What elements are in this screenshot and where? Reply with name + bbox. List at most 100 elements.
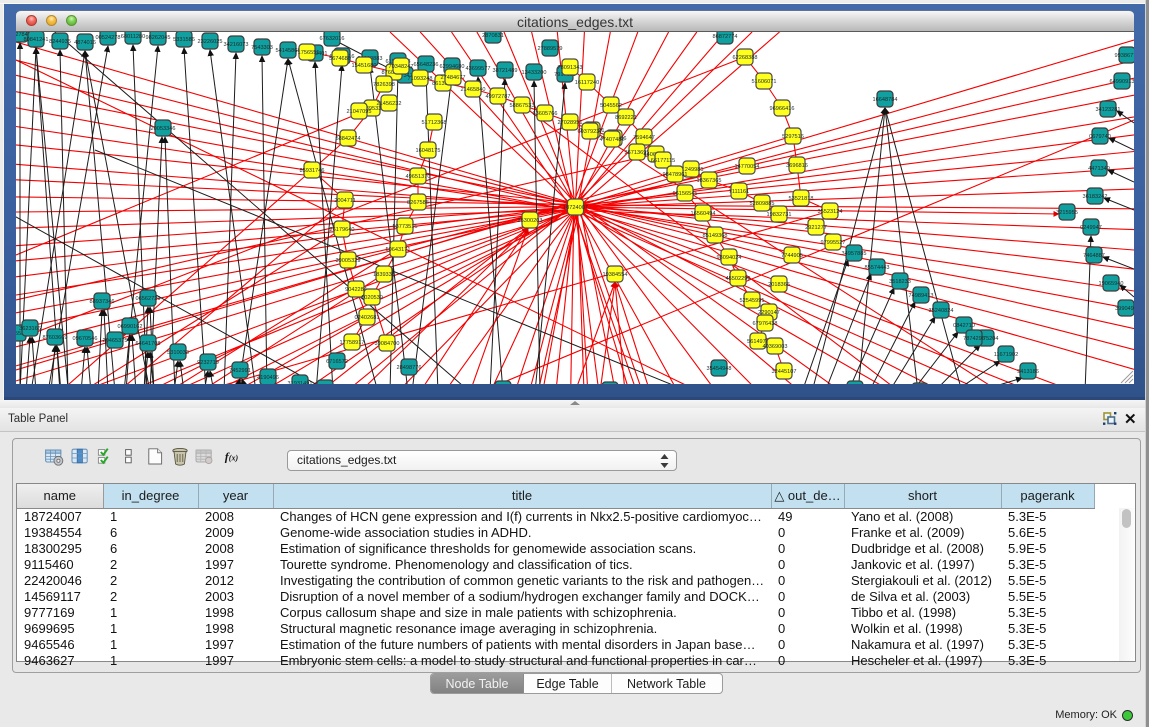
svg-text:27889579: 27889579 (538, 46, 563, 52)
svg-text:99386774: 99386774 (1115, 53, 1134, 59)
svg-text:66177115: 66177115 (651, 158, 675, 164)
svg-text:0249947: 0249947 (1080, 225, 1102, 231)
svg-text:14770054: 14770054 (735, 164, 760, 170)
svg-text:3215955: 3215955 (1056, 210, 1078, 216)
svg-text:25300203: 25300203 (518, 218, 543, 224)
svg-text:3623166: 3623166 (19, 326, 41, 332)
svg-text:27484677: 27484677 (441, 75, 466, 81)
svg-text:5045562: 5045562 (600, 103, 622, 109)
svg-text:49972787: 49972787 (486, 94, 511, 100)
svg-text:2870831: 2870831 (482, 33, 504, 39)
svg-text:64990913: 64990913 (1110, 79, 1134, 85)
svg-text:7111161: 7111161 (729, 189, 750, 195)
svg-text:21456232: 21456232 (377, 101, 402, 107)
svg-text:19384554: 19384554 (603, 272, 628, 278)
svg-text:16048175: 16048175 (416, 148, 441, 154)
svg-text:86872774: 86872774 (713, 34, 738, 40)
svg-text:71093248: 71093248 (408, 76, 433, 82)
svg-text:21047095: 21047095 (347, 109, 372, 115)
svg-text:18367365: 18367365 (697, 178, 722, 184)
svg-text:06562729: 06562729 (136, 296, 161, 302)
svg-text:52545991: 52545991 (740, 298, 765, 304)
svg-text:7452991: 7452991 (229, 368, 251, 374)
svg-text:5331586: 5331586 (173, 37, 195, 43)
svg-text:19065940: 19065940 (1099, 281, 1124, 287)
svg-text:16560494: 16560494 (691, 211, 716, 217)
svg-text:7744905: 7744905 (781, 253, 803, 259)
svg-text:16117240: 16117240 (575, 80, 599, 86)
svg-text:11671902: 11671902 (994, 352, 1018, 358)
svg-text:7594647: 7594647 (633, 135, 655, 141)
svg-text:35523124: 35523124 (818, 209, 843, 215)
svg-text:85931746: 85931746 (300, 168, 325, 174)
svg-text:68011280: 68011280 (121, 34, 145, 40)
svg-text:34957885: 34957885 (842, 251, 867, 257)
svg-text:53773515: 53773515 (393, 224, 418, 230)
svg-text:87603669: 87603669 (43, 335, 68, 341)
svg-text:51606071: 51606071 (752, 79, 777, 85)
svg-text:63605766: 63605766 (533, 111, 558, 117)
svg-text:31931491: 31931491 (288, 381, 313, 384)
svg-text:98262045: 98262045 (146, 35, 171, 41)
svg-text:5310033: 5310033 (167, 350, 189, 356)
svg-text:47407482: 47407482 (600, 137, 625, 143)
svg-text:3696816: 3696816 (786, 163, 808, 169)
svg-text:6716572: 6716572 (326, 359, 348, 365)
svg-text:5674680: 5674680 (329, 56, 351, 62)
svg-text:21465840: 21465840 (461, 87, 486, 93)
svg-text:88937346: 88937346 (90, 299, 115, 305)
svg-text:28498776: 28498776 (397, 365, 422, 371)
svg-text:66156545: 66156545 (673, 191, 698, 197)
svg-text:34123281: 34123281 (1096, 107, 1121, 113)
svg-text:62268388: 62268388 (733, 55, 758, 61)
svg-text:39005329: 39005329 (336, 258, 361, 264)
svg-text:5297516: 5297516 (782, 134, 804, 140)
svg-text:85149368: 85149368 (703, 233, 728, 239)
svg-text:13433200: 13433200 (522, 70, 547, 76)
svg-text:67632016: 67632016 (320, 36, 345, 42)
svg-text:9413186: 9413186 (1017, 369, 1039, 375)
svg-text:49651370: 49651370 (406, 174, 431, 180)
svg-text:1020539: 1020539 (361, 295, 383, 301)
svg-text:20465375: 20465375 (103, 338, 128, 344)
svg-text:15451680: 15451680 (352, 63, 377, 69)
svg-text:35454948: 35454948 (707, 366, 732, 372)
svg-text:2004711: 2004711 (334, 198, 355, 204)
svg-text:06990162: 06990162 (118, 324, 143, 330)
svg-text:0679740: 0679740 (1089, 134, 1111, 140)
svg-text:98478961: 98478961 (663, 172, 688, 178)
svg-text:78091343: 78091343 (558, 65, 583, 71)
svg-text:98094024: 98094024 (717, 255, 742, 261)
svg-text:0842710: 0842710 (953, 323, 975, 329)
svg-text:3518233: 3518233 (889, 279, 911, 285)
svg-text:18724007: 18724007 (563, 205, 588, 211)
svg-text:70348247: 70348247 (389, 64, 414, 70)
svg-text:36183242: 36183242 (1083, 194, 1108, 200)
svg-text:52809885: 52809885 (750, 201, 775, 207)
svg-text:4874016: 4874016 (74, 40, 96, 46)
svg-text:4471349: 4471349 (1088, 166, 1110, 172)
svg-text:1839335: 1839335 (373, 272, 395, 278)
svg-text:71756551: 71756551 (295, 50, 320, 56)
svg-text:85574443: 85574443 (865, 265, 890, 271)
svg-text:65648236: 65648236 (414, 62, 439, 68)
svg-text:f(x): f(x) (225, 449, 239, 463)
svg-text:58867533: 58867533 (510, 103, 535, 109)
svg-text:09670546: 09670546 (73, 336, 98, 342)
svg-text:53521818: 53521818 (789, 196, 814, 202)
svg-text:34216073: 34216073 (224, 42, 249, 48)
svg-text:16648784: 16648784 (873, 97, 898, 103)
svg-text:19832731: 19832731 (767, 212, 792, 218)
svg-text:58842474: 58842474 (336, 136, 361, 142)
svg-text:38721489: 38721489 (493, 68, 518, 74)
svg-text:39084700: 39084700 (375, 341, 400, 347)
svg-text:02402681: 02402681 (355, 315, 380, 321)
svg-text:26179640: 26179640 (330, 227, 355, 233)
svg-text:8267586: 8267586 (407, 200, 429, 206)
svg-text:2921277: 2921277 (805, 225, 827, 231)
svg-text:7543303: 7543303 (251, 45, 273, 51)
svg-text:23226025: 23226025 (198, 39, 223, 45)
svg-text:00524278: 00524278 (96, 35, 121, 41)
svg-text:40369003: 40369003 (763, 344, 788, 350)
svg-text:96966416: 96966416 (770, 106, 795, 112)
